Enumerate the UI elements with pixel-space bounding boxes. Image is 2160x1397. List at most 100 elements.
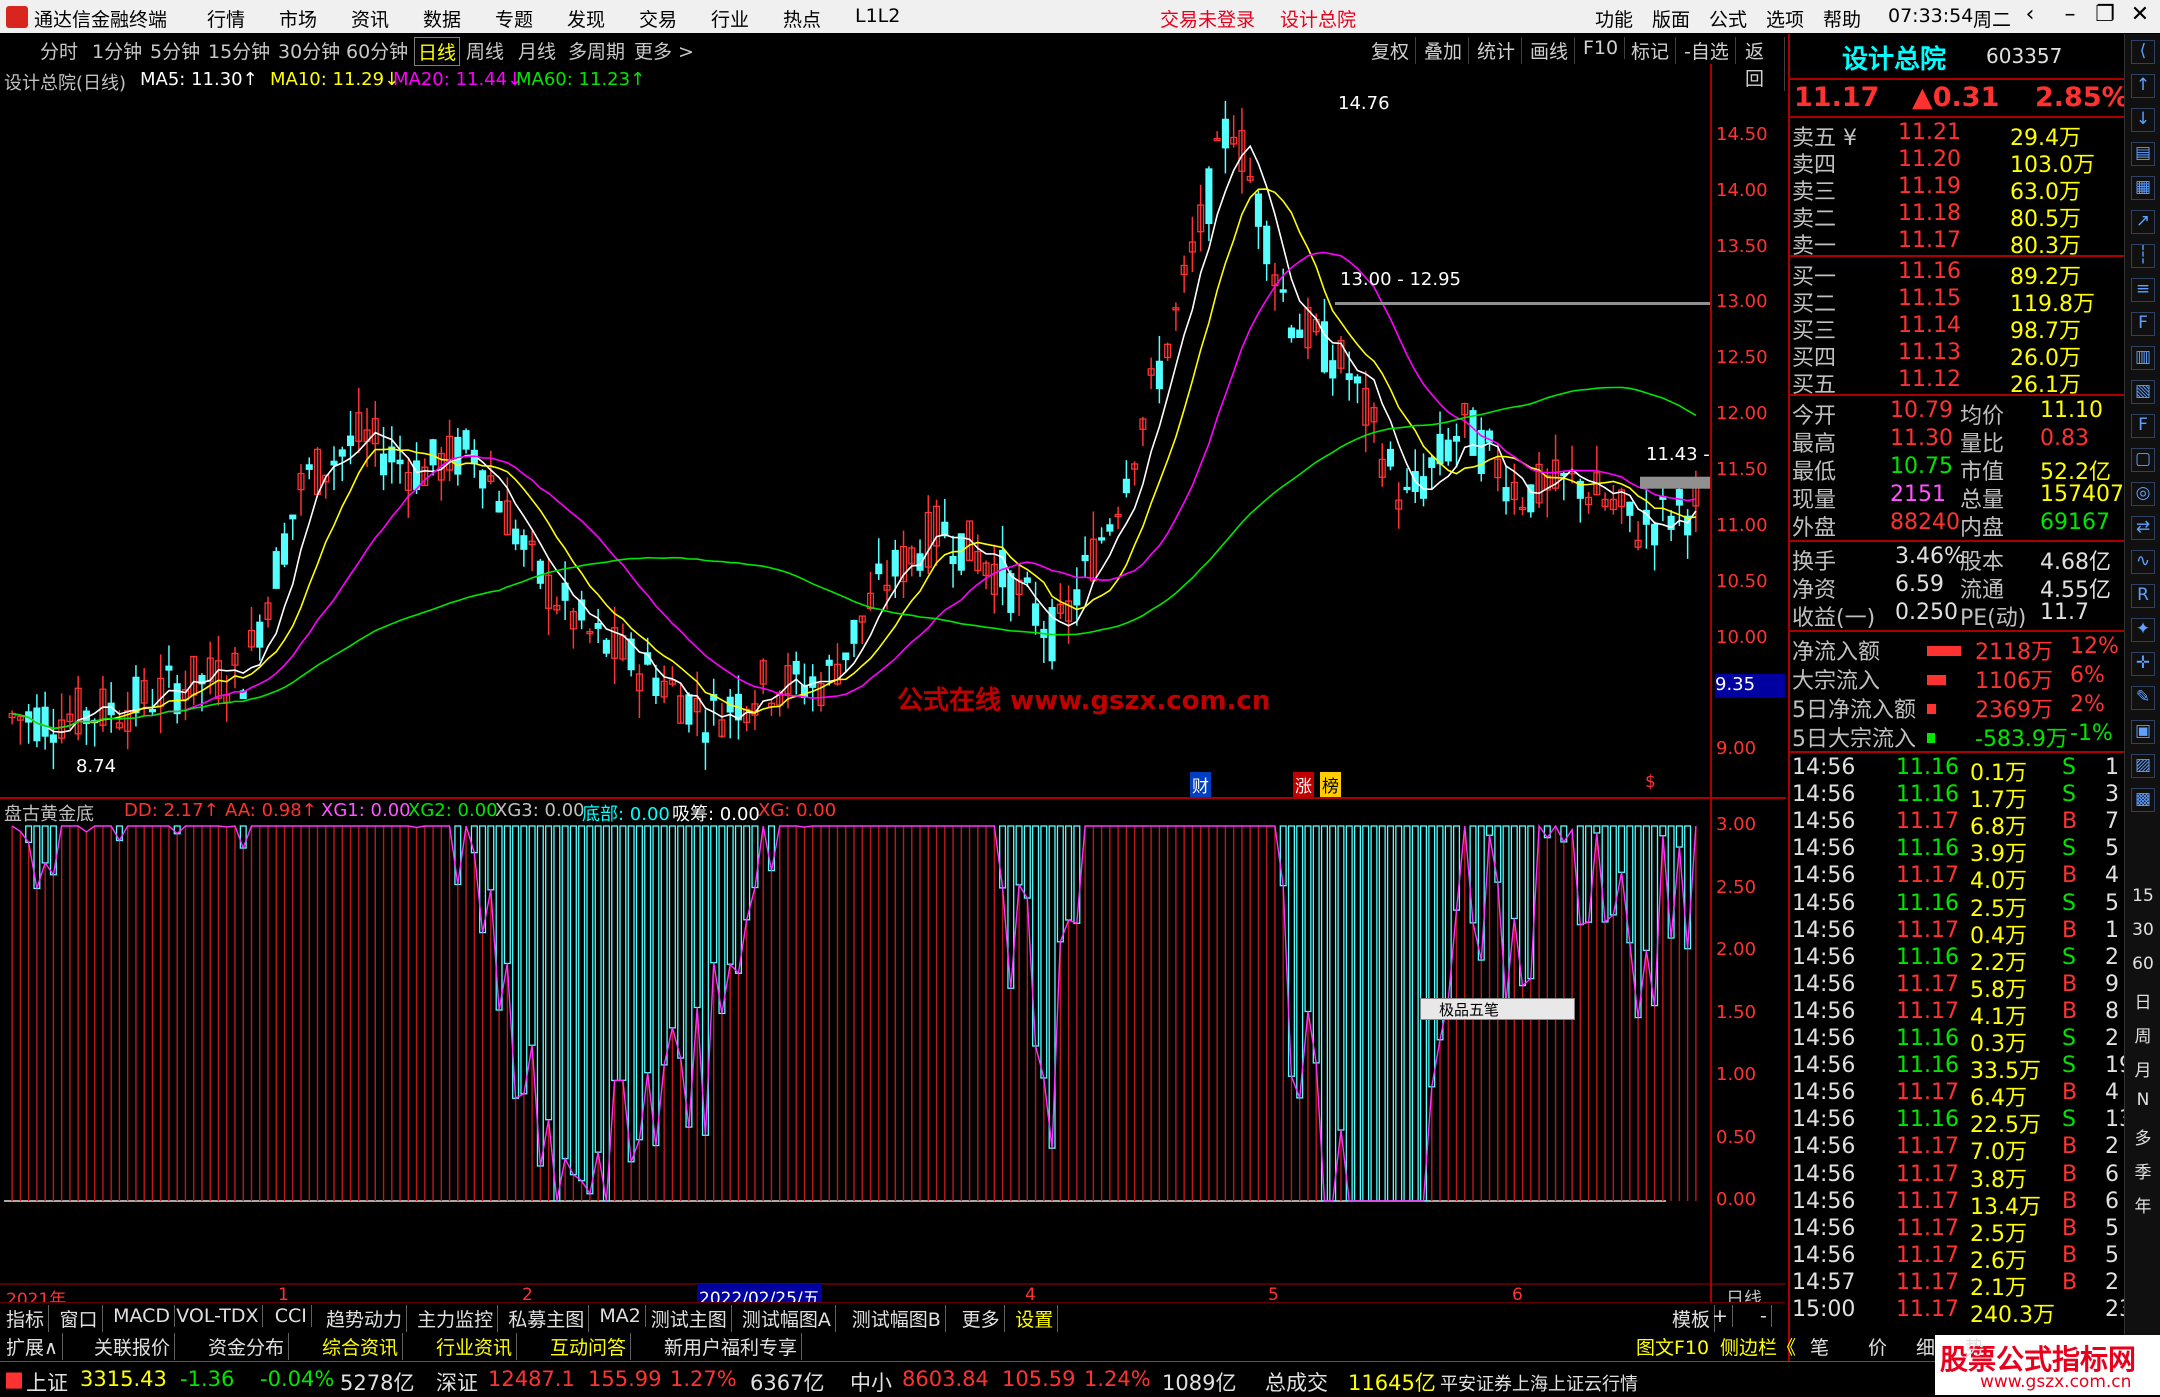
period-shortcut-5[interactable]: 月 bbox=[2131, 1056, 2155, 1081]
indicator-tab[interactable]: 测试幅图B bbox=[848, 1305, 946, 1332]
period-tab-multi[interactable]: 多周期 bbox=[568, 37, 625, 64]
menu-item-quote[interactable]: 行情 bbox=[207, 5, 245, 32]
toolbar-f10[interactable]: F10 bbox=[1577, 37, 1626, 59]
mark-dollar[interactable]: $ bbox=[1645, 772, 1656, 792]
period-shortcut-2[interactable]: 60 bbox=[2131, 954, 2155, 978]
close-icon[interactable]: ✕ bbox=[2120, 2, 2160, 32]
rsi-icon[interactable]: R bbox=[2131, 584, 2155, 608]
template-control[interactable]: - bbox=[1756, 1305, 1772, 1327]
zx-index-name[interactable]: 中小 bbox=[850, 1367, 892, 1397]
indicator-tab[interactable]: 测试主图 bbox=[647, 1305, 732, 1332]
toolbar-mark[interactable]: 标记 bbox=[1625, 37, 1677, 64]
period-tab-1min[interactable]: 1分钟 bbox=[92, 37, 142, 64]
period-tab-more[interactable]: 更多 > bbox=[634, 37, 694, 64]
indicator-tab[interactable]: CCI bbox=[271, 1305, 312, 1327]
data-icon[interactable]: ▩ bbox=[2131, 788, 2155, 812]
mark-finance[interactable]: 财 bbox=[1190, 772, 1211, 797]
side-tab[interactable]: 侧边栏《 bbox=[1720, 1333, 1796, 1360]
side-tab[interactable]: 势 bbox=[1965, 1333, 1984, 1360]
menu-item-l1l2[interactable]: L1L2 bbox=[855, 5, 900, 27]
info-tab[interactable]: 扩展∧ bbox=[2, 1333, 63, 1360]
template-control[interactable]: + bbox=[1708, 1305, 1733, 1327]
stock-link[interactable]: 设计总院 bbox=[1280, 5, 1356, 32]
sh-index-name[interactable]: 上证 bbox=[26, 1367, 68, 1397]
info-tab[interactable]: 资金分布 bbox=[204, 1333, 290, 1360]
indicator-tab[interactable]: 主力监控 bbox=[413, 1305, 499, 1332]
menu-item-layout[interactable]: 版面 bbox=[1652, 5, 1690, 32]
period-tab-60min[interactable]: 60分钟 bbox=[346, 37, 408, 64]
compare-icon[interactable]: ⇄ bbox=[2131, 516, 2155, 540]
mark-rank[interactable]: 榜 bbox=[1320, 772, 1341, 797]
menu-item-data[interactable]: 数据 bbox=[423, 5, 461, 32]
arrow-down-icon[interactable]: ↓ bbox=[2131, 108, 2155, 132]
period-tab-weekly[interactable]: 周线 bbox=[466, 37, 504, 64]
menu-item-trade[interactable]: 交易 bbox=[639, 5, 677, 32]
trade-login-status[interactable]: 交易未登录 bbox=[1160, 5, 1255, 32]
period-shortcut-6[interactable]: N bbox=[2131, 1090, 2155, 1114]
menu-item-help[interactable]: 帮助 bbox=[1823, 5, 1861, 32]
fin-icon[interactable]: F bbox=[2131, 312, 2155, 336]
menu-item-market[interactable]: 市场 bbox=[279, 5, 317, 32]
period-tab-timeshare[interactable]: 分时 bbox=[40, 37, 78, 64]
info-tab[interactable]: 综合资讯 bbox=[318, 1333, 404, 1360]
arrow-up-icon[interactable]: ↑ bbox=[2131, 74, 2155, 98]
indicator-tab[interactable]: 指标 bbox=[2, 1305, 50, 1332]
period-tab-5min[interactable]: 5分钟 bbox=[150, 37, 200, 64]
info-tab[interactable]: 关联报价 bbox=[90, 1333, 176, 1360]
indicator-tab[interactable]: 趋势动力 bbox=[322, 1305, 408, 1332]
indicator-tab[interactable]: 设置 bbox=[1011, 1305, 1059, 1332]
back-icon[interactable]: ‹ bbox=[2010, 2, 2050, 32]
doc-icon[interactable]: ▢ bbox=[2131, 448, 2155, 472]
crosshair-icon[interactable]: ✛ bbox=[2131, 652, 2155, 676]
chart-area[interactable] bbox=[0, 64, 1786, 1302]
side-tab[interactable]: 笔 bbox=[1810, 1333, 1829, 1360]
info-tab[interactable]: 互动问答 bbox=[546, 1333, 632, 1360]
menu-item-news[interactable]: 资讯 bbox=[351, 5, 389, 32]
period-shortcut-1[interactable]: 30 bbox=[2131, 920, 2155, 944]
circle-icon[interactable]: ◎ bbox=[2131, 482, 2155, 506]
side-tab[interactable]: 价 bbox=[1868, 1333, 1887, 1360]
kline-icon[interactable]: ┆ bbox=[2131, 244, 2155, 268]
minimize-icon[interactable]: – bbox=[2050, 2, 2090, 32]
tools-icon[interactable]: ✦ bbox=[2131, 618, 2155, 642]
menu-item-function[interactable]: 功能 bbox=[1595, 5, 1633, 32]
side-tab[interactable]: 细 bbox=[1916, 1333, 1935, 1360]
indicator-tab[interactable]: 测试幅图A bbox=[738, 1305, 836, 1332]
list-icon[interactable]: ≡ bbox=[2131, 278, 2155, 302]
period-shortcut-8[interactable]: 季 bbox=[2131, 1158, 2155, 1183]
period-shortcut-0[interactable]: 15 bbox=[2131, 886, 2155, 910]
toolbar-overlay[interactable]: 叠加 bbox=[1418, 37, 1470, 64]
indicator-tab[interactable]: 更多 bbox=[958, 1305, 1005, 1332]
indicator-tab[interactable]: VOL-TDX bbox=[172, 1305, 264, 1327]
page-icon[interactable]: ▤ bbox=[2131, 142, 2155, 166]
menu-item-industry[interactable]: 行业 bbox=[711, 5, 749, 32]
period-tab-30min[interactable]: 30分钟 bbox=[278, 37, 340, 64]
indicator-tab[interactable]: 私募主图 bbox=[504, 1305, 590, 1332]
period-shortcut-3[interactable]: 日 bbox=[2131, 988, 2155, 1013]
box-icon[interactable]: ▣ bbox=[2131, 720, 2155, 744]
chart-icon[interactable]: ▧ bbox=[2131, 380, 2155, 404]
menu-item-options[interactable]: 选项 bbox=[1766, 5, 1804, 32]
period-shortcut-9[interactable]: 年 bbox=[2131, 1192, 2155, 1217]
period-tab-monthly[interactable]: 月线 bbox=[518, 37, 556, 64]
menu-item-hot[interactable]: 热点 bbox=[783, 5, 821, 32]
menu-item-topic[interactable]: 专题 bbox=[495, 5, 533, 32]
pen-icon[interactable]: ✎ bbox=[2131, 686, 2155, 710]
menu-item-formula[interactable]: 公式 bbox=[1709, 5, 1747, 32]
restore-icon[interactable]: ❐ bbox=[2085, 2, 2125, 32]
period-tab-daily[interactable]: 日线 bbox=[414, 37, 461, 66]
toolbar-adjust[interactable]: 复权 bbox=[1365, 37, 1417, 64]
toolbar-stats[interactable]: 统计 bbox=[1471, 37, 1523, 64]
trend-icon[interactable]: ↗ bbox=[2131, 210, 2155, 234]
toolbar-draw[interactable]: 画线 bbox=[1524, 37, 1576, 64]
mark-limitup[interactable]: 涨 bbox=[1293, 772, 1314, 797]
f2-icon[interactable]: F bbox=[2131, 414, 2155, 438]
menu-item-discover[interactable]: 发现 bbox=[567, 5, 605, 32]
collapse-icon[interactable]: ⟨ bbox=[2131, 40, 2155, 64]
table-icon[interactable]: ▥ bbox=[2131, 346, 2155, 370]
period-shortcut-7[interactable]: 多 bbox=[2131, 1124, 2155, 1149]
wave-icon[interactable]: ∿ bbox=[2131, 550, 2155, 574]
indicator-tab[interactable]: 窗口 bbox=[56, 1305, 103, 1332]
side-tab[interactable]: 图文F10 bbox=[1636, 1333, 1709, 1360]
indicator-tab[interactable]: MACD bbox=[109, 1305, 176, 1327]
